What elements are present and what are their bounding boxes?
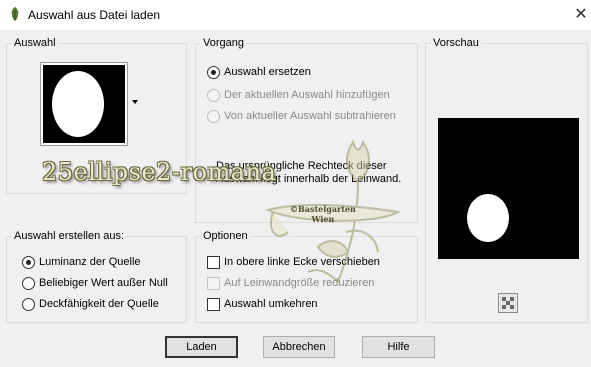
erstellen-legend: Auswahl erstellen aus: xyxy=(12,230,127,242)
radio-deckfaehigkeit[interactable] xyxy=(22,298,35,311)
selection-thumbnail[interactable] xyxy=(40,62,128,146)
label-beliebiger-wert: Beliebiger Wert außer Null xyxy=(39,277,168,289)
label-auswahl-hinzufuegen: Der aktuellen Auswahl hinzufügen xyxy=(224,89,390,101)
window-title: Auswahl aus Datei laden xyxy=(28,8,161,22)
watermark-stamp-line1: ©Bastelgarten xyxy=(290,204,356,214)
checkbox-auswahl-umkehren[interactable] xyxy=(207,298,220,311)
zoom-checker-icon[interactable] xyxy=(498,293,518,313)
optionen-legend: Optionen xyxy=(201,230,250,242)
vorgang-legend: Vorgang xyxy=(201,37,246,49)
label-deckfaehigkeit: Deckfähigkeit der Quelle xyxy=(39,298,159,310)
label-luminanz: Luminanz der Quelle xyxy=(39,256,141,268)
label-auswahl-subtrahieren: Von aktueller Auswahl subtrahieren xyxy=(224,110,396,122)
chevron-down-icon[interactable] xyxy=(131,97,139,105)
radio-auswahl-ersetzen[interactable] xyxy=(207,66,220,79)
checkbox-obere-linke-ecke[interactable] xyxy=(207,256,220,269)
label-auswahl-umkehren: Auswahl umkehren xyxy=(224,298,318,310)
preview-canvas xyxy=(438,118,579,259)
vorschau-legend: Vorschau xyxy=(431,37,481,49)
radio-beliebiger-wert[interactable] xyxy=(22,277,35,290)
preview-ellipse-icon xyxy=(467,194,509,242)
radio-auswahl-subtrahieren[interactable] xyxy=(207,110,220,123)
app-icon xyxy=(11,7,19,21)
radio-auswahl-hinzufuegen[interactable] xyxy=(207,89,220,102)
close-icon[interactable]: ✕ xyxy=(574,4,588,24)
label-auswahl-ersetzen: Auswahl ersetzen xyxy=(224,66,311,78)
watermark-stamp: ©Bastelgarten Wien xyxy=(290,204,356,224)
watermark-text: 25ellipse2-romana xyxy=(42,158,277,186)
checkbox-leinwandgroesse[interactable] xyxy=(207,277,220,290)
auswahl-legend: Auswahl xyxy=(12,37,58,49)
radio-luminanz[interactable] xyxy=(22,256,35,269)
cancel-button[interactable]: Abbrechen xyxy=(263,336,335,358)
help-button[interactable]: Hilfe xyxy=(362,336,435,358)
watermark-stamp-line2: Wien xyxy=(311,214,335,224)
ellipse-thumbnail-icon xyxy=(43,65,125,143)
load-button[interactable]: Laden xyxy=(165,336,238,358)
